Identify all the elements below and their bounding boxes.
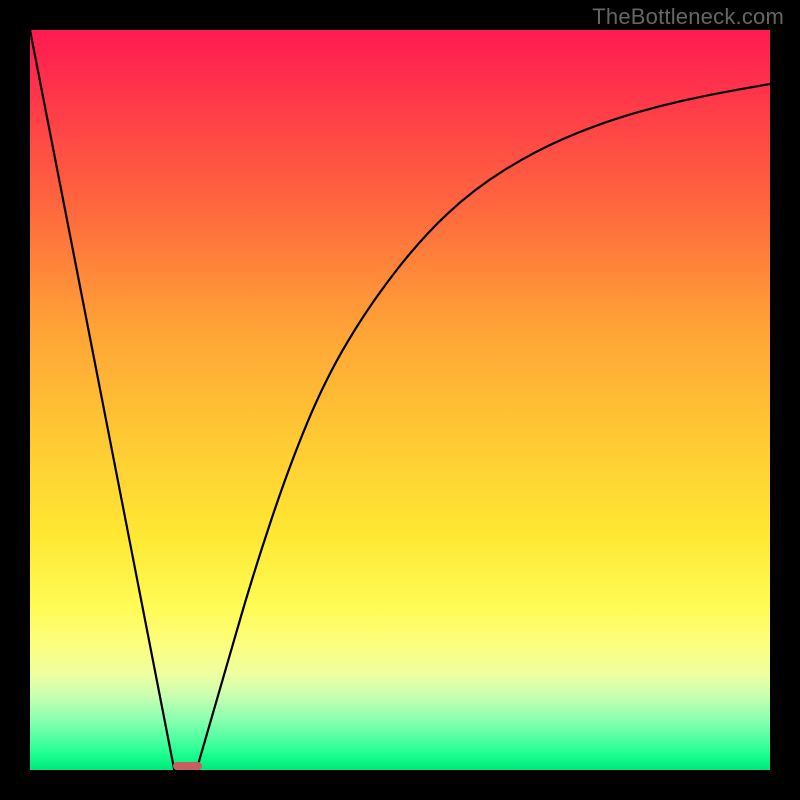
chart-frame: TheBottleneck.com	[0, 0, 800, 800]
curve-svg	[30, 30, 770, 770]
curve-layer	[30, 30, 770, 770]
watermark-text: TheBottleneck.com	[592, 4, 784, 30]
curve-right-segment	[197, 84, 771, 770]
minimum-marker	[173, 762, 202, 770]
plot-area	[30, 30, 770, 770]
curve-left-segment	[30, 30, 174, 770]
